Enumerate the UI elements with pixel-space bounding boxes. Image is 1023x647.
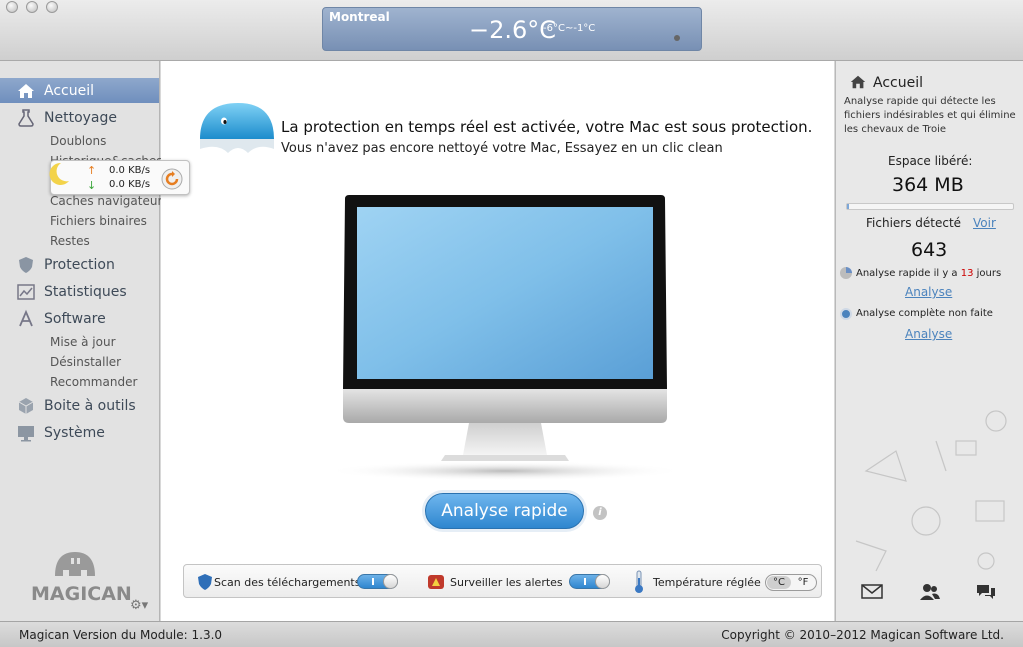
chart-icon — [17, 284, 35, 300]
info-icon[interactable]: i — [593, 506, 607, 520]
upload-speed: 0.0 KB/s — [109, 165, 151, 176]
switch-knob — [383, 574, 398, 589]
files-detected-value: 643 — [911, 239, 948, 261]
sidebar-subitem-doublons[interactable]: Doublons — [50, 134, 106, 148]
sidebar-item-label: Accueil — [44, 82, 94, 99]
network-speed-widget[interactable]: ↑ 0.0 KB/s ↓ 0.0 KB/s — [49, 160, 190, 195]
sidebar-item-label: Software — [44, 310, 106, 327]
alert-icon — [428, 575, 444, 589]
sidebar-subitem-recommander[interactable]: Recommander — [50, 375, 137, 389]
users-icon[interactable] — [919, 583, 941, 601]
switch-on-bar — [372, 578, 374, 585]
toolbox-icon — [18, 398, 34, 414]
brand-name: MAGICAN — [31, 583, 132, 605]
quick-scan-button[interactable]: Analyse rapide — [425, 493, 584, 529]
freed-space-bar-fill — [847, 204, 850, 209]
unit-celsius[interactable]: °C — [767, 576, 791, 589]
module-version: Magican Version du Module: 1.3.0 — [19, 628, 223, 642]
shield-icon — [19, 257, 33, 273]
freed-space-label: Espace libéré: — [888, 154, 973, 168]
status-bar: Magican Version du Module: 1.3.0 Copyrig… — [0, 621, 1023, 647]
magican-logo-icon — [55, 552, 95, 576]
mail-icon[interactable] — [861, 583, 883, 599]
quick-scan-text-suffix: jours — [973, 268, 1002, 279]
protection-status-title: La protection en temps réel est activée,… — [281, 118, 813, 136]
sidebar-item-label: Nettoyage — [44, 109, 117, 126]
thermometer-icon — [635, 570, 643, 593]
settings-gear-icon[interactable]: ⚙▾ — [130, 598, 148, 613]
title-bar: Montreal −2.6°C -6°C~-1°C — [0, 0, 1023, 61]
sidebar-subitem-mise-a-jour[interactable]: Mise à jour — [50, 335, 116, 349]
main-content: La protection en temps réel est activée,… — [161, 61, 834, 621]
monitor-icon — [18, 426, 34, 442]
sidebar-subitem-caches-navigateur[interactable]: Caches navigateur — [50, 194, 162, 208]
quick-scan-days: 13 — [960, 268, 974, 279]
download-speed: 0.0 KB/s — [109, 179, 151, 190]
view-files-link[interactable]: Voir — [973, 216, 996, 230]
quick-scan-info: Analyse rapide il y a 13 jours — [856, 268, 1001, 279]
sidebar-item-accueil[interactable]: Accueil — [0, 78, 159, 103]
temperature-label: Température réglée — [653, 576, 761, 589]
toggle-bar: Scan des téléchargements Surveiller les … — [183, 564, 822, 598]
close-window-button[interactable] — [6, 1, 18, 13]
imac-illustration — [327, 195, 683, 481]
shield-download-icon — [198, 574, 212, 590]
summary-panel: Accueil Analyse rapide qui détecte les f… — [835, 61, 1023, 621]
weather-widget[interactable]: Montreal −2.6°C -6°C~-1°C — [322, 7, 702, 51]
sidebar-item-protection[interactable]: Protection — [0, 252, 159, 277]
panel-description: Analyse rapide qui détecte les fichiers … — [844, 96, 1016, 135]
alerts-switch[interactable] — [569, 574, 610, 589]
protection-whale-icon — [200, 103, 274, 153]
quick-scan-text: Analyse rapide il y a — [856, 268, 961, 279]
switch-knob — [595, 574, 610, 589]
home-icon — [18, 84, 34, 98]
upload-arrow-icon: ↑ — [87, 164, 97, 177]
sidebar-item-label: Statistiques — [44, 283, 127, 300]
refresh-icon[interactable] — [160, 167, 184, 191]
full-scan-status-icon — [840, 308, 852, 320]
sidebar-item-systeme[interactable]: Système — [0, 420, 159, 445]
weather-city: Montreal — [329, 10, 390, 24]
download-scan-label: Scan des téléchargements — [214, 576, 361, 589]
quick-scan-link[interactable]: Analyse — [905, 285, 952, 299]
weather-range: -6°C~-1°C — [543, 23, 596, 34]
full-scan-link[interactable]: Analyse — [905, 327, 952, 341]
chat-icon[interactable] — [975, 583, 997, 601]
app-store-icon — [19, 309, 33, 327]
copyright-text: Copyright © 2010–2012 Magican Software L… — [721, 628, 1004, 642]
temperature-unit-toggle[interactable]: °C °F — [765, 574, 817, 591]
sidebar-item-label: Système — [44, 424, 105, 441]
sidebar-item-boite-a-outils[interactable]: Boite à outils — [0, 393, 159, 418]
home-icon — [850, 75, 866, 89]
freed-space-bar — [846, 203, 1014, 210]
sidebar: Accueil Nettoyage Doublons Historique&ca… — [0, 61, 163, 621]
sidebar-subitem-desinstaller[interactable]: Désinstaller — [50, 355, 121, 369]
moon-icon — [661, 19, 684, 42]
zoom-window-button[interactable] — [46, 1, 58, 13]
moon-icon — [49, 162, 69, 185]
files-detected-label: Fichiers détecté — [866, 216, 962, 230]
full-scan-info: Analyse complète non faite — [856, 308, 993, 319]
sidebar-item-software[interactable]: Software — [0, 306, 159, 331]
download-scan-switch[interactable] — [357, 574, 398, 589]
panel-title: Accueil — [873, 75, 923, 91]
freed-space-value: 364 MB — [892, 174, 964, 196]
protection-status-subtitle: Vous n'avez pas encore nettoyé votre Mac… — [281, 141, 723, 156]
flask-icon — [18, 109, 34, 127]
quick-scan-pie-icon — [840, 267, 852, 279]
unit-fahrenheit[interactable]: °F — [791, 576, 815, 589]
sidebar-item-label: Boite à outils — [44, 397, 136, 414]
sidebar-subitem-restes[interactable]: Restes — [50, 234, 90, 248]
minimize-window-button[interactable] — [26, 1, 38, 13]
sidebar-item-label: Protection — [44, 256, 115, 273]
sidebar-item-nettoyage[interactable]: Nettoyage — [0, 105, 159, 130]
alerts-label: Surveiller les alertes — [450, 576, 563, 589]
sidebar-item-statistiques[interactable]: Statistiques — [0, 279, 159, 304]
switch-on-bar — [584, 578, 586, 585]
sidebar-subitem-fichiers-binaires[interactable]: Fichiers binaires — [50, 214, 147, 228]
download-arrow-icon: ↓ — [87, 179, 97, 192]
